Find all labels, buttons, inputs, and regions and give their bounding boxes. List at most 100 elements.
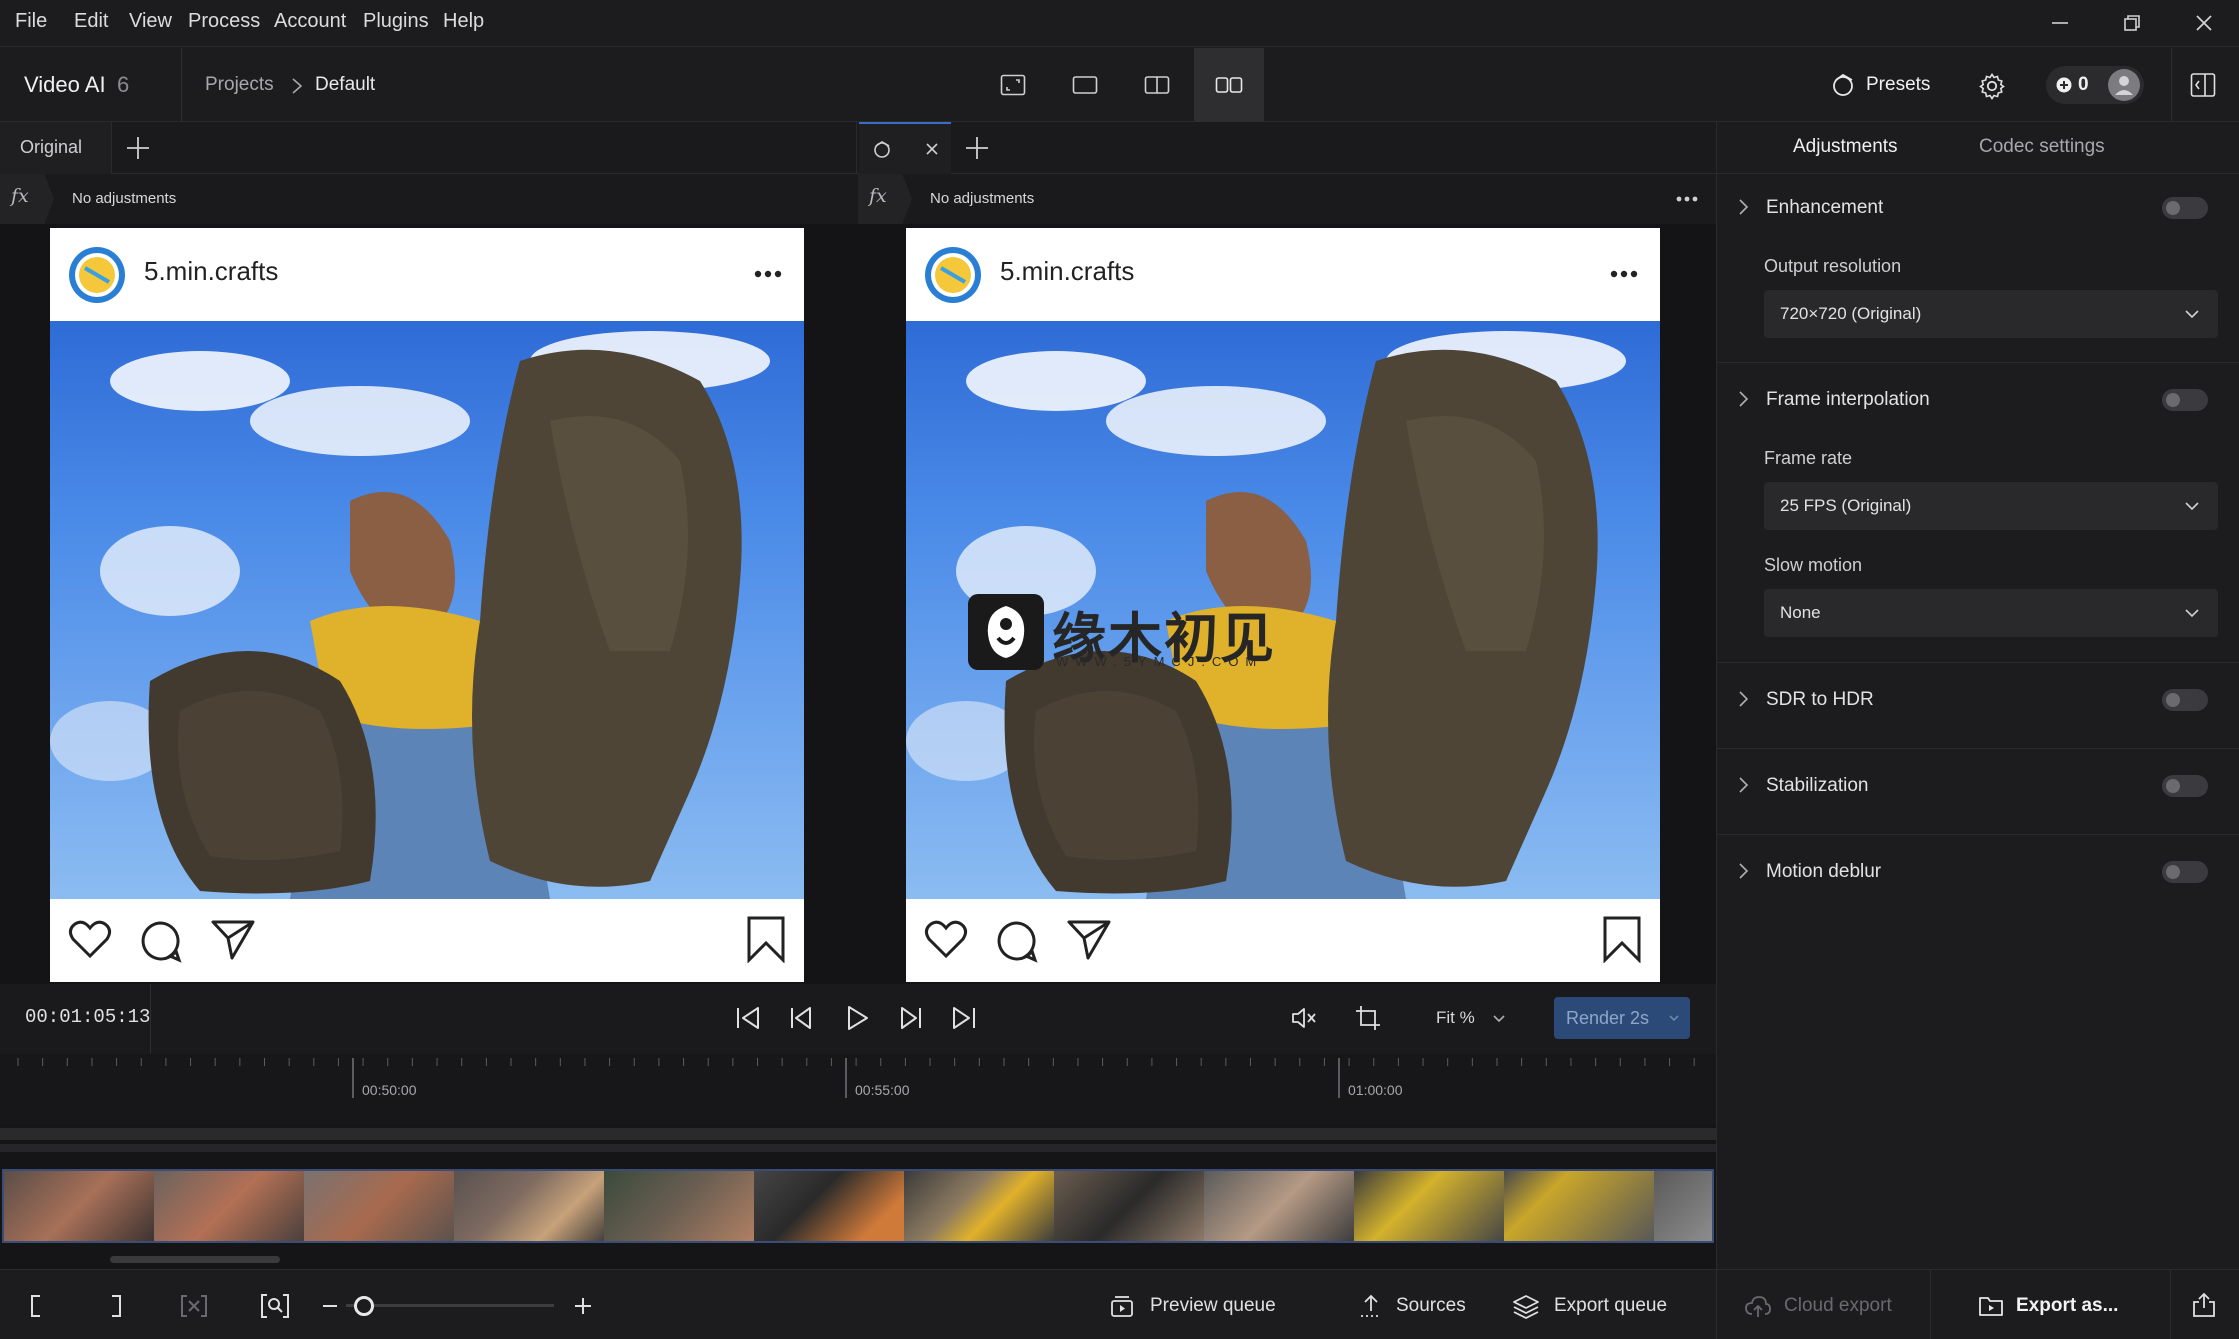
sources-button[interactable]: Sources — [1358, 1292, 1466, 1320]
tab-adjustments[interactable]: Adjustments — [1793, 136, 1898, 158]
divider — [181, 48, 182, 122]
filmstrip-frame — [1204, 1171, 1354, 1241]
divider — [150, 984, 151, 1054]
fx-icon: fx — [11, 185, 29, 207]
video-clip-filmstrip[interactable] — [2, 1169, 1714, 1243]
minimize-button[interactable] — [2040, 8, 2080, 38]
jump-to-start-icon[interactable] — [734, 1004, 762, 1032]
app-version: 6 — [117, 72, 130, 97]
close-tab-icon[interactable] — [925, 142, 939, 156]
ruler-label: 00:50:00 — [362, 1082, 417, 1098]
preview-pane-header — [856, 122, 1716, 174]
export-file-icon — [1979, 1297, 2003, 1316]
more-options-icon[interactable] — [1676, 196, 1698, 202]
frame-interpolation-toggle[interactable] — [2162, 389, 2208, 411]
track-divider — [0, 1144, 1716, 1152]
view-side-by-side-button[interactable] — [1194, 48, 1264, 122]
settings-button[interactable] — [1978, 72, 2006, 100]
view-single-button[interactable] — [1050, 48, 1120, 122]
original-video-frame: 5.min.crafts — [50, 228, 804, 982]
sdr-to-hdr-section-header[interactable]: SDR to HDR — [1717, 678, 2239, 722]
next-frame-icon[interactable] — [896, 1004, 924, 1032]
zoom-in-icon[interactable] — [574, 1297, 592, 1315]
timecode[interactable]: 00:01:05:13 — [25, 1006, 150, 1028]
clear-marks-icon[interactable] — [180, 1294, 208, 1318]
mark-in-icon[interactable] — [28, 1294, 44, 1318]
fx-button[interactable]: fx — [0, 174, 54, 224]
watermark-logo-icon — [987, 606, 1025, 658]
output-resolution-select[interactable]: 720×720 (Original) — [1764, 290, 2218, 338]
view-split-button[interactable] — [1122, 48, 1192, 122]
chevron-right-icon — [1739, 199, 1749, 215]
motion-deblur-section-header[interactable]: Motion deblur — [1717, 850, 2239, 894]
frame-rate-select[interactable]: 25 FPS (Original) — [1764, 482, 2218, 530]
timeline-track-area — [0, 1124, 1716, 1269]
mark-out-icon[interactable] — [108, 1294, 124, 1318]
share-export-icon[interactable] — [2192, 1292, 2216, 1318]
render-preview-button[interactable]: Render 2s — [1554, 997, 1690, 1039]
tab-preview[interactable] — [859, 122, 951, 174]
preview-fx-bar: fx No adjustments — [856, 174, 1716, 224]
view-single-fit-button[interactable] — [978, 48, 1048, 122]
toggle-panel-button[interactable] — [2190, 72, 2216, 98]
zoom-slider-handle[interactable] — [354, 1296, 374, 1316]
chevron-right-icon — [1739, 691, 1749, 707]
presets-button[interactable]: Presets — [1830, 72, 1930, 98]
preview-queue-icon — [1111, 1296, 1133, 1317]
play-icon[interactable] — [843, 1004, 871, 1032]
post-header: 5.min.crafts — [906, 228, 1660, 321]
sdr-to-hdr-toggle[interactable] — [2162, 689, 2208, 711]
menu-process[interactable]: Process — [188, 10, 260, 33]
zoom-to-selection-icon[interactable] — [260, 1292, 290, 1320]
menu-file[interactable]: File — [15, 10, 47, 33]
filmstrip-frame — [4, 1171, 154, 1241]
breadcrumb-projects[interactable]: Projects — [205, 74, 274, 96]
watermark: 缘木初见 WWW.5YMCJ.COM — [968, 592, 1278, 672]
zoom-out-icon[interactable] — [322, 1304, 338, 1308]
add-preview-tab-button[interactable] — [963, 134, 991, 162]
slow-motion-select[interactable]: None — [1764, 589, 2218, 637]
export-queue-label: Export queue — [1554, 1295, 1668, 1316]
ruler-label: 00:55:00 — [855, 1082, 910, 1098]
ruler-label: 01:00:00 — [1348, 1082, 1403, 1098]
model-icon — [874, 141, 890, 158]
fx-button[interactable]: fx — [858, 174, 912, 224]
slow-motion-value: None — [1780, 603, 1821, 622]
jump-to-end-icon[interactable] — [950, 1004, 978, 1032]
divider — [1717, 748, 2239, 749]
menu-help[interactable]: Help — [443, 10, 484, 33]
timeline-ruler[interactable]: 00:50:00 00:55:00 01:00:00 — [0, 1054, 1716, 1124]
enhancement-toggle[interactable] — [2162, 197, 2208, 219]
filmstrip-frame — [454, 1171, 604, 1241]
stabilization-section-header[interactable]: Stabilization — [1717, 764, 2239, 808]
chevron-right-icon — [1739, 391, 1749, 407]
close-window-button[interactable] — [2184, 8, 2224, 38]
menu-view[interactable]: View — [129, 10, 172, 33]
app-header: Video AI 6 Projects Default Presets 0 — [0, 48, 2239, 122]
export-queue-button[interactable]: Export queue — [1512, 1292, 1667, 1320]
crop-icon[interactable] — [1354, 1004, 1382, 1032]
previous-frame-icon[interactable] — [788, 1004, 816, 1032]
motion-deblur-toggle[interactable] — [2162, 861, 2208, 883]
mute-icon[interactable] — [1290, 1005, 1318, 1031]
export-as-button[interactable]: Export as... — [1978, 1292, 2118, 1320]
cloud-export-button[interactable]: Cloud export — [1744, 1292, 1892, 1320]
tab-original[interactable]: Original — [0, 122, 112, 174]
stabilization-toggle[interactable] — [2162, 775, 2208, 797]
preview-queue-button[interactable]: Preview queue — [1110, 1292, 1276, 1320]
timeline-scrollbar[interactable] — [110, 1256, 280, 1263]
zoom-slider-track[interactable] — [346, 1304, 554, 1307]
menu-plugins[interactable]: Plugins — [363, 10, 429, 33]
add-tab-button[interactable] — [124, 134, 152, 162]
restore-button[interactable] — [2112, 8, 2152, 38]
zoom-fit-select[interactable]: Fit % — [1436, 1004, 1506, 1034]
account-chip[interactable]: 0 — [2046, 66, 2144, 104]
menu-account[interactable]: Account — [274, 10, 346, 33]
credits-count: 0 — [2078, 74, 2089, 95]
menu-edit[interactable]: Edit — [74, 10, 108, 33]
single-view-icon — [1072, 76, 1098, 94]
tab-codec-settings[interactable]: Codec settings — [1979, 136, 2105, 158]
enhancement-section-header[interactable]: Enhancement — [1717, 186, 2239, 230]
frame-interpolation-section-header[interactable]: Frame interpolation — [1717, 378, 2239, 422]
video-frame-image — [50, 321, 804, 899]
